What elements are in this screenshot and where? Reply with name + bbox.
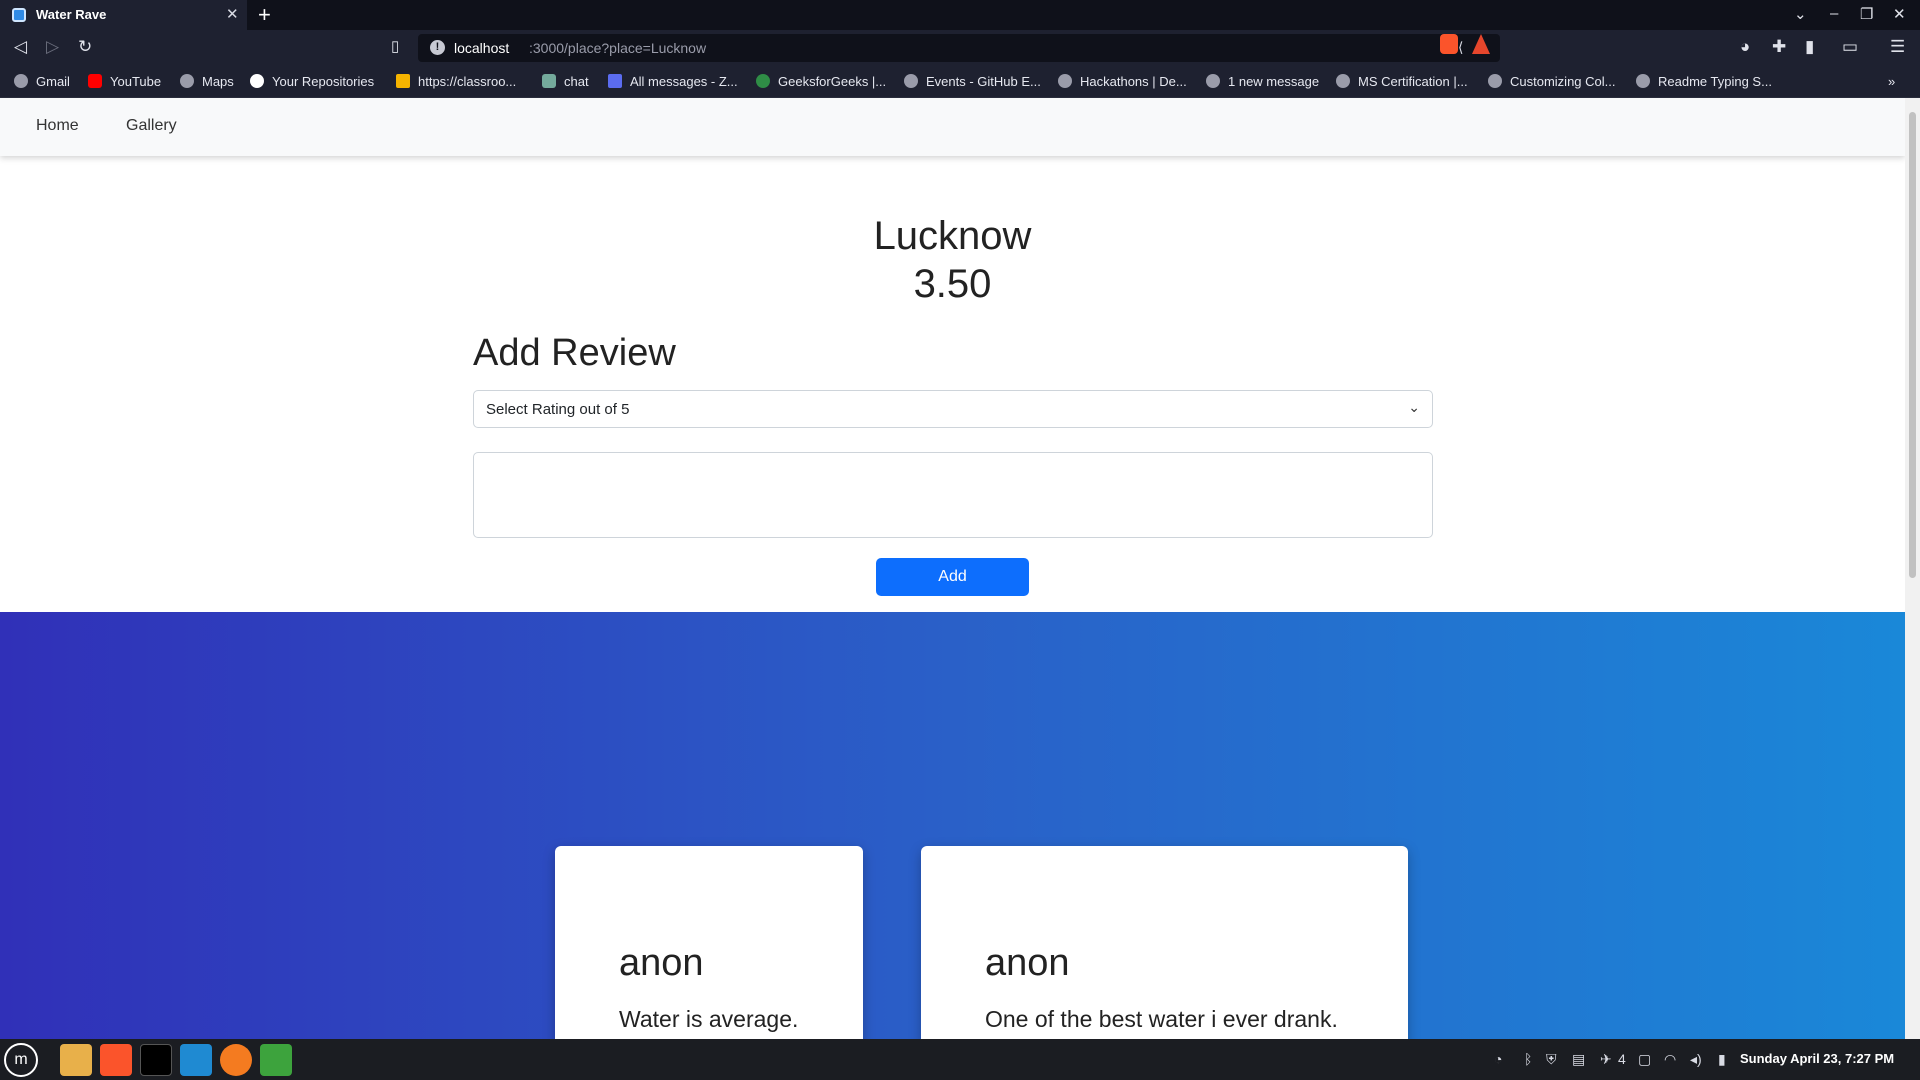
globe-icon [1488, 74, 1502, 88]
battery-icon[interactable]: ▮ [1718, 1051, 1726, 1068]
browser-tab[interactable]: Water Rave ✕ [0, 0, 247, 30]
bookmark-hackathons[interactable]: Hackathons | De... [1058, 74, 1187, 89]
site-info-icon[interactable]: ! [430, 40, 445, 55]
bluetooth-icon[interactable]: ᛒ [1524, 1051, 1532, 1067]
globe-icon [904, 74, 918, 88]
clipboard-icon[interactable]: ▢ [1638, 1051, 1651, 1068]
bookmarks-bar: Gmail YouTube Maps Your Repositories htt… [0, 66, 1920, 98]
close-window-icon[interactable]: ✕ [1893, 5, 1906, 23]
bookmark-ms-certification[interactable]: MS Certification |... [1336, 74, 1468, 89]
bookmark-messages[interactable]: All messages - Z... [608, 74, 738, 89]
reload-icon[interactable]: ↻ [78, 37, 92, 57]
bookmark-maps[interactable]: Maps [180, 74, 234, 89]
linux-mint-menu-icon[interactable]: m [4, 1043, 38, 1077]
url-path: :3000/place?place=Lucknow [529, 40, 707, 56]
tab-list-chevron-icon[interactable]: ⌄ [1794, 5, 1807, 23]
water-favicon-icon [12, 8, 26, 22]
youtube-icon [88, 74, 102, 88]
globe-icon [1336, 74, 1350, 88]
extensions-icon[interactable]: ✚ [1772, 37, 1786, 57]
share-icon[interactable]: ⟨ [1458, 39, 1463, 56]
minimize-icon[interactable]: – [1830, 5, 1838, 22]
new-tab-icon[interactable]: + [258, 2, 271, 28]
review-comment: Water is average. [619, 1006, 799, 1032]
bookmark-chat[interactable]: chat [542, 74, 589, 89]
tab-title: Water Rave [36, 7, 107, 22]
bookmark-events[interactable]: Events - GitHub E... [904, 74, 1041, 89]
sidebar-icon[interactable]: ▮ [1805, 37, 1814, 57]
place-name: Lucknow [873, 214, 1032, 258]
bookmark-classroom[interactable]: https://classroo... [396, 74, 516, 89]
profile-icon[interactable]: ◕ [1740, 37, 1750, 57]
bookmark-gmail[interactable]: Gmail [14, 74, 70, 89]
wallet-icon[interactable]: ▭ [1842, 37, 1858, 57]
notes-icon[interactable]: ▤ [1572, 1051, 1585, 1068]
globe-icon [1636, 74, 1650, 88]
bookmark-geeksforgeeks[interactable]: GeeksforGeeks |... [756, 74, 886, 89]
add-review-button[interactable]: Add [876, 558, 1029, 596]
back-icon[interactable]: ◁ [14, 37, 27, 57]
bookmark-youtube[interactable]: YouTube [88, 74, 161, 89]
globe-icon [14, 74, 28, 88]
globe-icon [180, 74, 194, 88]
forward-icon[interactable]: ▷ [46, 37, 59, 57]
browser-toolbar: ◁ ▷ ↻ ▯ ! localhost :3000/place?place=Lu… [0, 30, 1920, 66]
brave-browser-icon[interactable] [100, 1044, 132, 1076]
bookmark-customizing[interactable]: Customizing Col... [1488, 74, 1615, 89]
address-bar[interactable]: ! localhost :3000/place?place=Lucknow ⟨ [418, 34, 1500, 62]
terminal-icon[interactable] [140, 1044, 172, 1076]
security-shield-icon[interactable] [260, 1044, 292, 1076]
volume-icon[interactable]: ◂) [1690, 1051, 1702, 1068]
page-viewport: Home Gallery Lucknow 3.50 Add Review Sel… [0, 98, 1905, 1039]
rating-select-value: Select Rating out of 5 [486, 401, 630, 418]
vscode-icon[interactable] [180, 1044, 212, 1076]
bookmark-new-message[interactable]: 1 new message [1206, 74, 1319, 89]
review-card: anon Water is average. [555, 846, 863, 1039]
reviews-section: anon Water is average. anon One of the b… [0, 612, 1905, 1039]
firefox-icon[interactable] [220, 1044, 252, 1076]
os-taskbar: m ◔ ᛒ ⛨ ▤ ✈ 4 ▢ ◠ ◂) ▮ Sunday April 23, … [0, 1039, 1920, 1080]
brave-shields-icon[interactable] [1440, 34, 1458, 54]
bookmark-repositories[interactable]: Your Repositories [250, 74, 374, 89]
zulip-icon [608, 74, 622, 88]
globe-icon [1058, 74, 1072, 88]
chevron-down-icon: ⌄ [1408, 399, 1420, 415]
url-host: localhost [454, 40, 510, 56]
chat-icon [542, 74, 556, 88]
review-textarea[interactable] [473, 452, 1433, 538]
add-review-heading: Add Review [473, 332, 676, 374]
nav-gallery-link[interactable]: Gallery [126, 117, 177, 135]
more-bookmarks-icon[interactable]: » [1888, 74, 1895, 89]
taskbar-clock[interactable]: Sunday April 23, 7:27 PM [1740, 1051, 1894, 1066]
globe-icon [1206, 74, 1220, 88]
github-icon [250, 74, 264, 88]
notifications-icon[interactable]: ✈ [1600, 1051, 1612, 1068]
classroom-icon [396, 74, 410, 88]
nav-home-link[interactable]: Home [36, 117, 79, 135]
notifications-count: 4 [1618, 1051, 1626, 1067]
bookmark-icon[interactable]: ▯ [391, 37, 399, 55]
shield-tray-icon[interactable]: ⛨ [1546, 1051, 1557, 1068]
page-scrollbar[interactable] [1905, 98, 1920, 1039]
browser-tab-bar: Water Rave ✕ + ⌄ – ❐ ✕ [0, 0, 1920, 30]
wifi-icon[interactable]: ◠ [1664, 1051, 1676, 1068]
review-author: anon [985, 942, 1070, 984]
file-manager-icon[interactable] [60, 1044, 92, 1076]
rating-select[interactable]: Select Rating out of 5 ⌄ [473, 390, 1433, 428]
bookmark-readme-typing[interactable]: Readme Typing S... [1636, 74, 1772, 89]
menu-icon[interactable]: ☰ [1890, 37, 1905, 57]
site-navbar: Home Gallery [0, 98, 1905, 156]
review-author: anon [619, 942, 704, 984]
scrollbar-thumb[interactable] [1909, 112, 1916, 578]
update-manager-icon[interactable]: ◔ [1494, 1051, 1502, 1067]
review-card: anon One of the best water i ever drank. [921, 846, 1408, 1039]
review-comment: One of the best water i ever drank. [985, 1006, 1338, 1032]
place-rating: 3.50 [913, 262, 992, 306]
gfg-icon [756, 74, 770, 88]
maximize-icon[interactable]: ❐ [1860, 5, 1873, 23]
close-tab-icon[interactable]: ✕ [226, 5, 239, 23]
